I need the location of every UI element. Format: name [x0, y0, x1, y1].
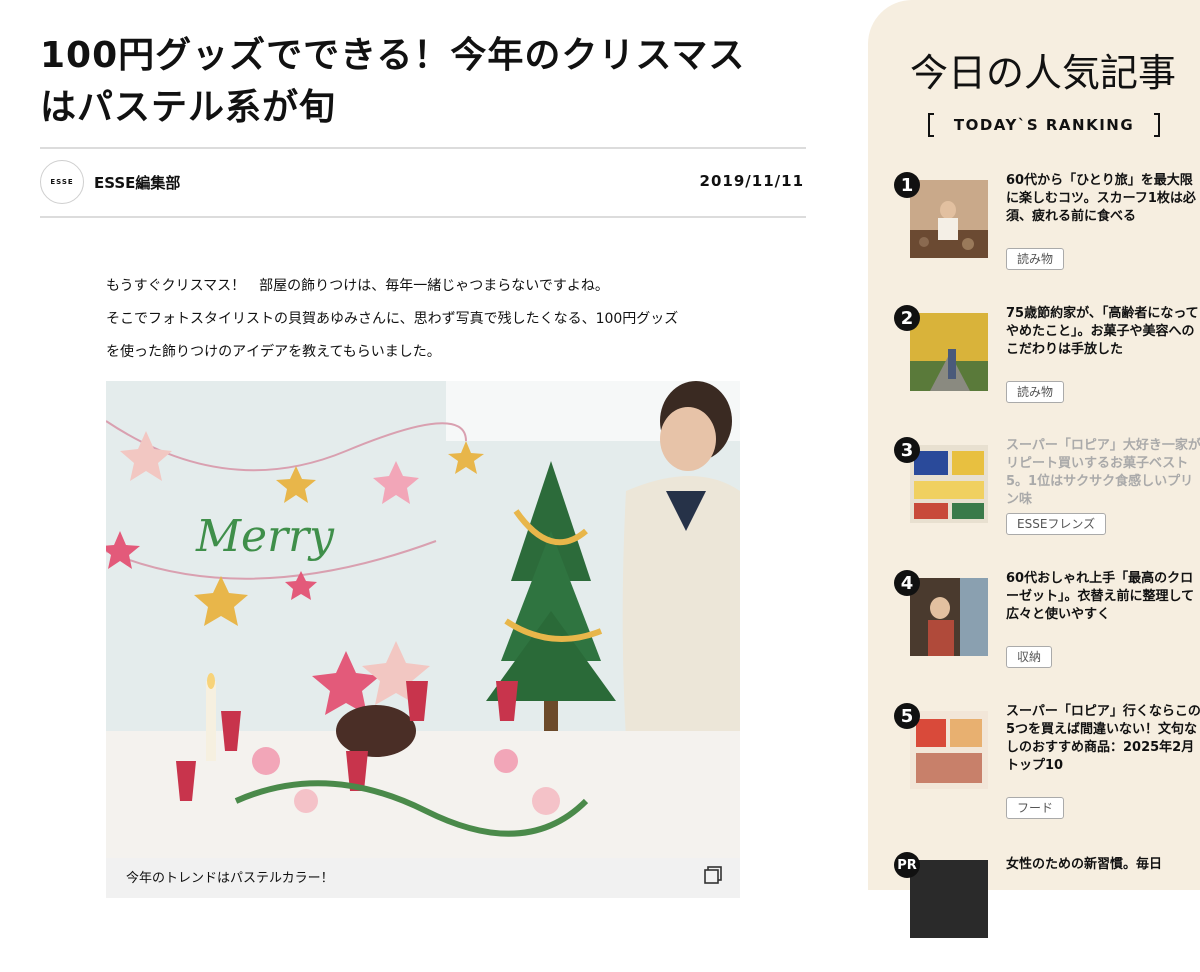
ranking-item-title[interactable]: スーパー「ロピア」行くならこの5つを買えば間違いない！文句なしのおすすめ商品：2… — [1006, 703, 1200, 775]
divider — [40, 216, 806, 218]
article-title: 100円グッズでできる！今年のクリスマス はパステル系が旬 — [40, 30, 806, 134]
ranking-item[interactable]: 1 60代から「ひとり旅」を最大限に楽しむコツ。スカーフ1枚は必須、疲れる前に食… — [894, 172, 1200, 292]
expand-icon[interactable] — [704, 866, 722, 884]
category-tag[interactable]: 収納 — [1006, 646, 1053, 668]
ranking-heading-text: 今日の人気記事 — [910, 51, 1176, 95]
ranking-thumbnail[interactable] — [910, 860, 988, 938]
intro-paragraph: を使った飾りつけのアイデアを教えてもらいました。 — [106, 344, 441, 360]
ranking-item[interactable]: 4 60代おしゃれ上手「最高のクローゼット」。衣替え前に整理して広々と使いやすく… — [894, 570, 1200, 690]
rank-badge: 2 — [894, 305, 920, 331]
category-tag[interactable]: 読み物 — [1006, 381, 1065, 403]
ranking-item-title[interactable]: スーパー「ロピア」大好き一家がリピート買いするお菓子ベスト5。1位はサクサク食感… — [1006, 437, 1200, 509]
ranking-subheading: TODAY`S RANKING — [928, 113, 1160, 137]
rank-badge: 4 — [894, 570, 920, 596]
ranking-thumbnail[interactable] — [910, 711, 988, 789]
ranking-item[interactable]: 2 75歳節約家が、「高齢者になってやめたこと」。お菓子や美容へのこだわりは手放… — [894, 305, 1200, 425]
intro-paragraph: そこでフォトスタイリストの貝賀あゆみさんに、思わず写真で残したくなる、100円グ… — [106, 311, 679, 327]
ranking-item-pr[interactable]: PR 女性のための新習慣。毎日 — [894, 852, 1200, 972]
article-title-line1: 100円グッズでできる！今年のクリスマス — [40, 35, 746, 76]
pr-badge: PR — [894, 852, 920, 878]
ranking-item-title[interactable]: 60代おしゃれ上手「最高のクローゼット」。衣替え前に整理して広々と使いやすく — [1006, 570, 1200, 624]
avatar-logo: ESSE — [50, 178, 74, 186]
ranking-heading: 今日の人気記事 — [910, 51, 1176, 95]
author-avatar[interactable]: ESSE — [40, 160, 84, 204]
rank-badge: 5 — [894, 703, 920, 729]
divider — [40, 147, 806, 149]
ranking-item[interactable]: 3 スーパー「ロピア」大好き一家がリピート買いするお菓子ベスト5。1位はサクサク… — [894, 437, 1200, 557]
ranking-item-title[interactable]: 75歳節約家が、「高齢者になってやめたこと」。お菓子や美容へのこだわりは手放した — [1006, 305, 1200, 359]
photo-script-text: Merry — [195, 511, 335, 562]
ranking-sidebar: 今日の人気記事 TODAY`S RANKING 1 60代から「ひとり旅」を最大… — [868, 0, 1200, 938]
rank-badge: 1 — [894, 172, 920, 198]
ranking-item-title[interactable]: 60代から「ひとり旅」を最大限に楽しむコツ。スカーフ1枚は必須、疲れる前に食べる — [1006, 172, 1200, 226]
publish-date: 2019/11/11 — [699, 172, 804, 190]
author-name[interactable]: ESSE編集部 — [94, 172, 180, 193]
ranking-thumbnail[interactable] — [910, 180, 988, 258]
article-photo[interactable]: Merry — [106, 381, 740, 858]
photo-caption: 今年のトレンドはパステルカラー！ — [126, 871, 334, 886]
byline: ESSE ESSE編集部 2019/11/11 — [40, 150, 806, 216]
category-tag[interactable]: ESSEフレンズ — [1006, 513, 1107, 535]
category-tag[interactable]: 読み物 — [1006, 248, 1065, 270]
intro-paragraph: もうすぐクリスマス！ 部屋の飾りつけは、毎年一緒じゃつまらないですよね。 — [106, 278, 609, 294]
article-intro: もうすぐクリスマス！ 部屋の飾りつけは、毎年一緒じゃつまらないですよね。 そこで… — [106, 270, 746, 369]
article-main: 100円グッズでできる！今年のクリスマス はパステル系が旬 ESSE ESSE編… — [40, 0, 806, 898]
ranking-thumbnail[interactable] — [910, 445, 988, 523]
ranking-item-title[interactable]: 女性のための新習慣。毎日 — [1006, 856, 1200, 874]
rank-badge: 3 — [894, 437, 920, 463]
ranking-item[interactable]: 5 スーパー「ロピア」行くならこの5つを買えば間違いない！文句なしのおすすめ商品… — [894, 703, 1200, 823]
category-tag[interactable]: フード — [1006, 797, 1065, 819]
ranking-thumbnail[interactable] — [910, 578, 988, 656]
ranking-subheading-text: TODAY`S RANKING — [954, 116, 1134, 134]
ranking-thumbnail[interactable] — [910, 313, 988, 391]
christmas-decor-illustration: Merry — [106, 381, 740, 858]
photo-caption-bar: 今年のトレンドはパステルカラー！ — [106, 858, 740, 898]
article-title-line2: はパステル系が旬 — [40, 87, 337, 128]
